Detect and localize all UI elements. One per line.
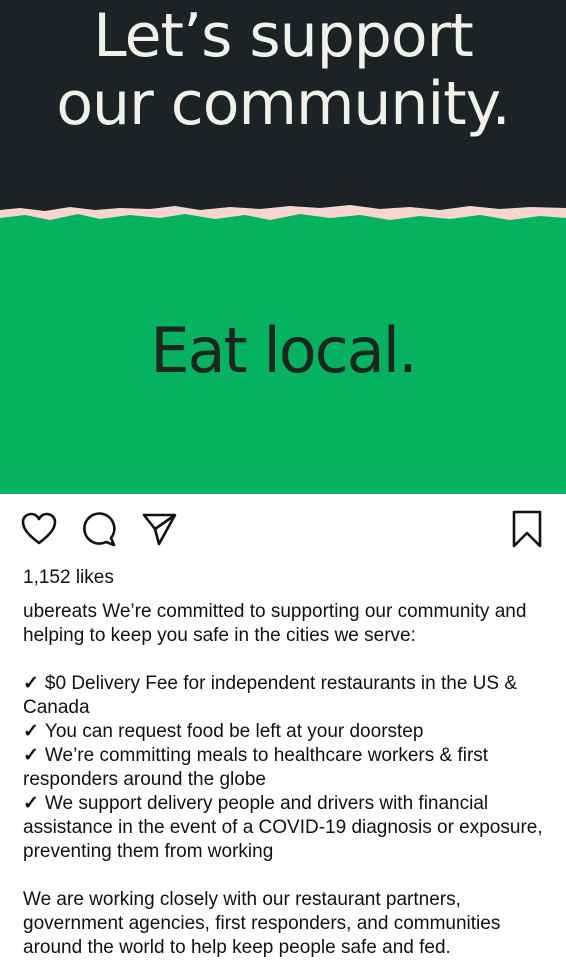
checkmark-icon: ✓: [23, 745, 39, 766]
headline-line-1: Let’s support: [93, 1, 474, 71]
headline-line-2: our community.: [56, 69, 510, 139]
checkmark-icon: ✓: [23, 721, 39, 742]
caption-intro: ubereats We’re committed to supporting o…: [23, 600, 548, 648]
bullet-text: $0 Delivery Fee for independent restaura…: [23, 673, 518, 718]
bullet-text: We support delivery people and drivers w…: [23, 793, 543, 862]
checkmark-icon: ✓: [23, 793, 39, 814]
post-caption: ubereats We’re committed to supporting o…: [23, 600, 548, 960]
post-image[interactable]: Let’s support our community. Eat local.: [0, 0, 566, 494]
heart-icon[interactable]: [20, 508, 58, 550]
caption-bullet: ✓ We’re committing meals to healthcare wo…: [23, 744, 548, 792]
comment-icon[interactable]: [80, 508, 118, 550]
bullet-text: We’re committing meals to healthcare wor…: [23, 745, 489, 790]
caption-bullet: ✓ You can request food be left at your do…: [23, 720, 548, 744]
bullet-text: You can request food be left at your doo…: [44, 721, 424, 742]
post-tagline: Eat local.: [150, 314, 417, 387]
post-actions-bar: [0, 508, 566, 554]
caption-bullet: ✓ We support delivery people and drivers …: [23, 792, 548, 864]
username-link[interactable]: ubereats: [23, 601, 97, 622]
bookmark-icon[interactable]: [508, 508, 546, 550]
likes-count[interactable]: 1,152 likes: [23, 567, 114, 589]
share-icon[interactable]: [140, 508, 178, 550]
caption-intro-text: We’re committed to supporting our commun…: [23, 601, 527, 646]
caption-closing: We are working closely with our restaura…: [23, 889, 501, 958]
caption-bullet: ✓ $0 Delivery Fee for independent restaur…: [23, 672, 548, 720]
checkmark-icon: ✓: [23, 673, 39, 694]
post-headline: Let’s support our community.: [0, 2, 566, 138]
